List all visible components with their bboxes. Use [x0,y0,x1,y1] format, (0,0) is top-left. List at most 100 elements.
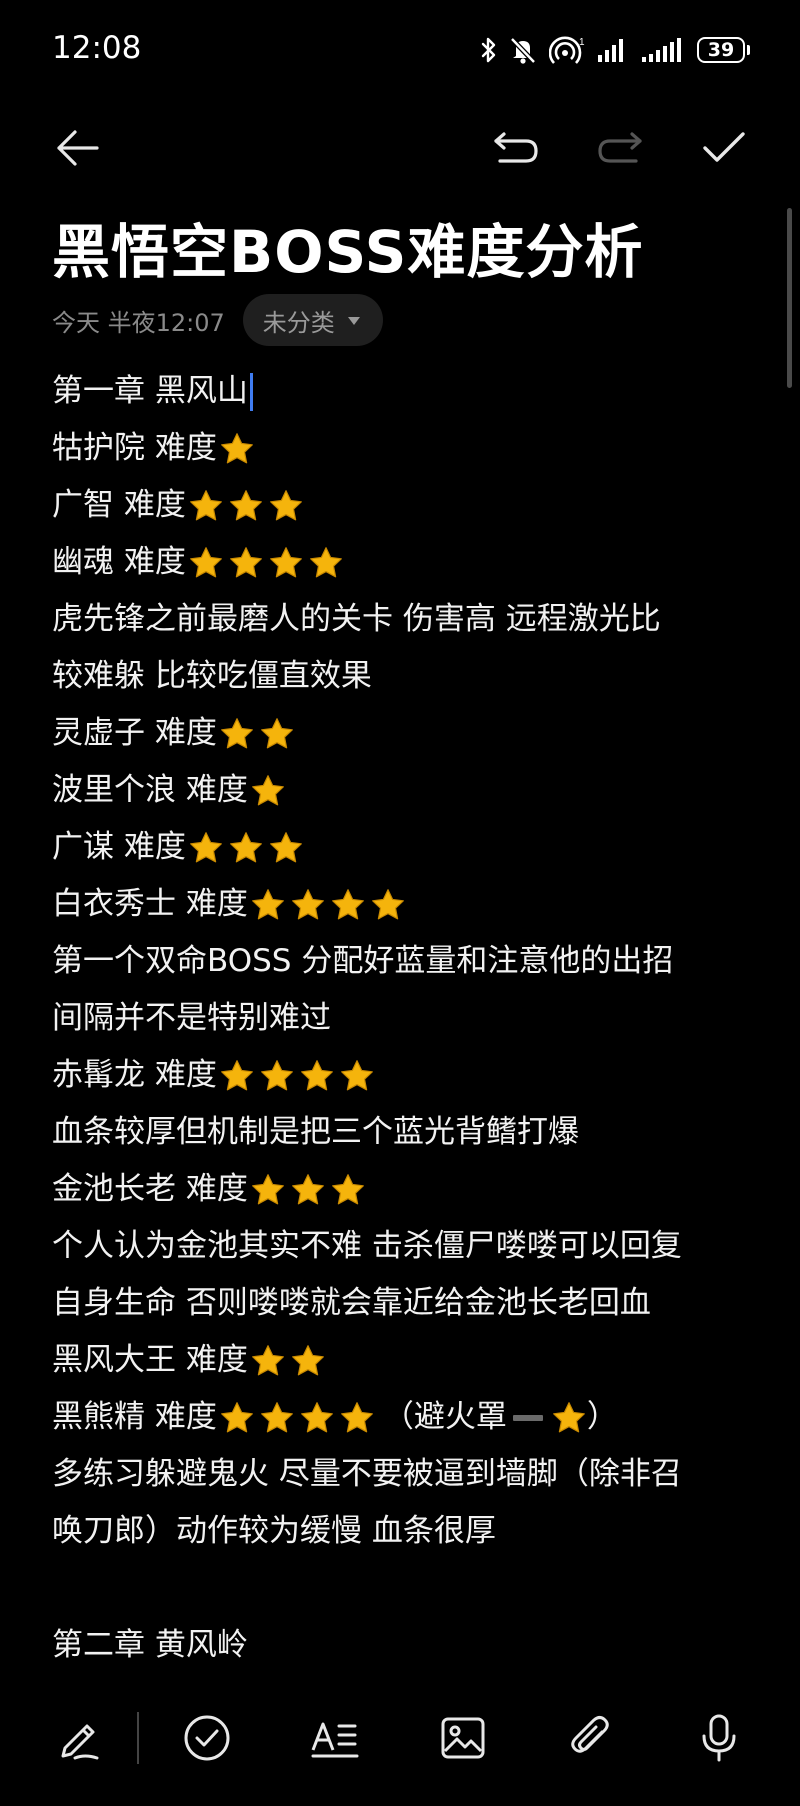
microphone-icon [699,1713,739,1767]
note-line: 广谋 难度 [52,819,762,876]
redo-icon [596,130,644,170]
status-icons: 1 39 [481,32,750,68]
star-icon [219,716,255,752]
line-text: 血条较厚但机制是把三个蓝光背鳍打爆 [52,1114,579,1150]
note-line: 多练习躲避鬼火 尽量不要被逼到墙脚（除非召 [52,1446,762,1503]
difficulty-rating [250,1172,366,1208]
line-text: 第一章 黑风山 [52,373,248,409]
difficulty-rating [219,1058,375,1094]
line-text: 广谋 难度 [52,829,186,865]
status-time: 12:08 [52,30,142,66]
star-icon [330,887,366,923]
bell-muted-icon [509,35,537,65]
note-line: 波里个浪 难度 [52,762,762,819]
image-icon [439,1715,487,1765]
voice-input-button[interactable] [684,1705,754,1775]
signal-icon-2 [641,37,685,63]
text-format-button[interactable] [300,1705,370,1775]
back-arrow-icon [55,128,101,172]
svg-text:1: 1 [579,37,585,48]
star-icon [259,1058,295,1094]
line-text: 唤刀郎）动作较为缓慢 血条很厚 [52,1513,496,1549]
line-text: 自身生命 否则喽喽就会靠近给金池长老回血 [52,1285,651,1321]
undo-button[interactable] [484,118,548,182]
star-icon [219,1400,255,1436]
line-text: 白衣秀士 难度 [52,886,248,922]
note-line: 第二章 黄风岭 [52,1617,762,1674]
star-icon [250,1343,286,1379]
hotspot-icon: 1 [549,35,585,65]
save-button[interactable] [692,118,756,182]
dash-mark [512,1414,543,1421]
star-icon [259,1400,295,1436]
battery-level: 39 [697,37,745,63]
note-title[interactable]: 黑悟空BOSS难度分析 [52,205,643,289]
star-icon [188,488,224,524]
suffix-rating [551,1400,587,1436]
line-text: 较难躲 比较吃僵直效果 [52,658,372,694]
star-icon [268,830,304,866]
star-icon [268,545,304,581]
line-text: 赤髯龙 难度 [52,1057,217,1093]
note-line: 第一个双命BOSS 分配好蓝量和注意他的出招 [52,933,762,990]
pen-icon [55,1714,103,1766]
insert-image-button[interactable] [428,1705,498,1775]
suffix-close: ） [586,1399,618,1435]
text-cursor [249,372,253,411]
star-icon [219,431,255,467]
star-icon [228,545,264,581]
star-icon [290,887,326,923]
note-meta: 今天 半夜12:07 未分类 [52,294,383,346]
line-text: 波里个浪 难度 [52,772,248,808]
checklist-icon [182,1713,232,1767]
line-text: 金池长老 难度 [52,1171,248,1207]
star-icon [290,1172,326,1208]
star-icon [339,1058,375,1094]
difficulty-rating [219,431,255,467]
star-icon [259,716,295,752]
undo-icon [492,130,540,170]
difficulty-rating [219,1400,375,1436]
difficulty-rating [188,545,344,581]
star-icon [370,887,406,923]
star-icon [290,1343,326,1379]
handwriting-button[interactable] [44,1705,114,1775]
caret-down-icon [347,311,361,330]
battery-tip [747,45,750,55]
note-line: 间隔并不是特别难过 [52,990,762,1047]
text-format-icon [309,1716,361,1764]
scrollbar[interactable] [787,208,792,388]
attachment-button[interactable] [556,1705,626,1775]
star-icon [339,1400,375,1436]
line-text: 灵虚子 难度 [52,715,217,751]
note-line: 虎先锋之前最磨人的关卡 伤害高 远程激光比 [52,591,762,648]
category-dropdown[interactable]: 未分类 [242,294,383,346]
note-line: 白衣秀士 难度 [52,876,762,933]
bottom-toolbar [0,1705,800,1775]
line-text: 间隔并不是特别难过 [52,1000,331,1036]
star-icon [299,1058,335,1094]
back-button[interactable] [46,118,110,182]
line-text: 黑风大王 难度 [52,1342,248,1378]
note-line: 血条较厚但机制是把三个蓝光背鳍打爆 [52,1104,762,1161]
battery-indicator: 39 [697,37,750,63]
note-line: 黑熊精 难度 （避火罩 ） [52,1389,762,1446]
toolbar-divider [137,1712,139,1764]
star-icon [308,545,344,581]
attachment-icon [568,1714,614,1766]
star-icon [268,488,304,524]
star-icon [228,830,264,866]
note-line: 自身生命 否则喽喽就会靠近给金池长老回血 [52,1275,762,1332]
category-label: 未分类 [262,308,335,337]
checklist-button[interactable] [172,1705,242,1775]
difficulty-rating [188,830,304,866]
star-icon [250,887,286,923]
redo-button[interactable] [588,118,652,182]
note-line: 第一章 黑风山 [52,363,762,420]
signal-icon [597,37,629,63]
line-text: 个人认为金池其实不难 击杀僵尸喽喽可以回复 [52,1228,682,1264]
difficulty-rating [219,716,295,752]
star-icon [250,773,286,809]
bluetooth-icon [481,36,497,64]
note-body[interactable]: 第一章 黑风山 牯护院 难度 广智 难度 幽魂 难度 虎先锋之前最磨人的关卡 伤害高 远… [52,363,762,1674]
